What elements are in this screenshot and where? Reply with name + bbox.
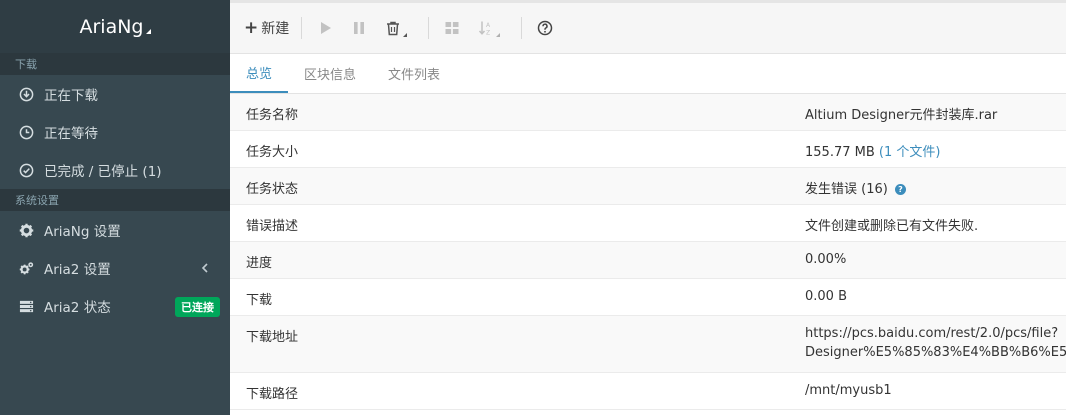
sidebar-item-label: 正在等待 <box>44 126 98 142</box>
sidebar-item-label: 正在下载 <box>44 88 98 104</box>
section-header-settings: 系统设置 <box>0 189 230 211</box>
brand[interactable]: AriaNg <box>0 0 230 53</box>
row-label: 任务状态 <box>246 182 299 197</box>
table-row: 任务名称 Altium Designer元件封装库.rar <box>230 94 1066 131</box>
pause-icon <box>354 22 365 34</box>
row-value: 0.00% <box>805 252 847 267</box>
task-status-value: 发生错误 (16) <box>805 182 888 197</box>
gears-icon <box>18 260 34 276</box>
row-label: 任务名称 <box>246 108 299 123</box>
table-row: 任务大小 155.77 MB (1 个文件) <box>230 131 1066 168</box>
brand-caret-icon <box>145 29 151 34</box>
resume-button[interactable] <box>314 17 336 39</box>
toolbar: + 新建 AZ <box>230 3 1066 54</box>
sort-dropdown-caret-icon <box>496 33 501 37</box>
row-value: 155.77 MB (1 个文件) <box>805 131 1066 167</box>
row-value: 0.00 B <box>805 289 847 304</box>
sidebar-item-aria2-settings[interactable]: Aria2 设置 <box>0 249 230 287</box>
sidebar-item-downloading[interactable]: 正在下载 <box>0 75 230 113</box>
row-label: 下载路径 <box>246 387 299 402</box>
table-row: 下载地址 https://pcs.baidu.com/rest/2.0/pcs/… <box>230 316 1066 373</box>
table-row: 下载 0.00 B <box>230 279 1066 316</box>
gear-icon <box>18 222 34 238</box>
row-value: https://pcs.baidu.com/rest/2.0/pcs/file?… <box>805 316 1066 372</box>
file-count-link[interactable]: (1 个文件) <box>879 145 941 160</box>
help-button[interactable] <box>534 17 556 39</box>
svg-text:A: A <box>486 22 491 29</box>
svg-text:Z: Z <box>486 30 490 37</box>
table-row: 任务状态 发生错误 (16) ? <box>230 168 1066 205</box>
row-value: 文件创建或删除已有文件失败. <box>805 219 979 234</box>
plus-icon: + <box>244 17 259 38</box>
sort-button[interactable]: AZ <box>475 17 501 39</box>
row-label: 下载 <box>246 293 273 308</box>
download-url-line: Designer%E5%85%83%E4%BB%B6%E5 <box>805 345 1066 360</box>
question-circle-icon <box>538 20 553 36</box>
sidebar-item-label: Aria2 状态 <box>44 300 111 316</box>
new-task-button[interactable]: + 新建 <box>244 18 289 38</box>
tab-overview[interactable]: 总览 <box>230 53 289 93</box>
table-row: 进度 0.00% <box>230 242 1066 279</box>
row-label: 下载地址 <box>246 330 299 345</box>
delete-button[interactable] <box>382 17 408 39</box>
select-all-button[interactable] <box>441 17 463 39</box>
sidebar-item-stopped[interactable]: 已完成 / 已停止 (1) <box>0 151 230 189</box>
brand-title: AriaNg <box>79 15 144 38</box>
row-value: Altium Designer元件封装库.rar <box>805 108 998 123</box>
tab-files[interactable]: 文件列表 <box>372 53 456 93</box>
section-header-download: 下载 <box>0 53 230 75</box>
pause-button[interactable] <box>348 17 370 39</box>
help-icon[interactable]: ? <box>894 184 906 195</box>
main-content: + 新建 AZ 总览 区块信息 文件列表 任务名称 Altium Designe… <box>230 0 1066 415</box>
download-url-line: https://pcs.baidu.com/rest/2.0/pcs/file? <box>805 326 1059 341</box>
toolbar-divider <box>521 17 523 39</box>
sidebar: AriaNg 下载 正在下载 正在等待 已完成 / 已停止 (1) 系统设置 A… <box>0 0 230 415</box>
table-row: 下载路径 /mnt/myusb1 <box>230 373 1066 410</box>
clock-icon <box>18 124 34 140</box>
detail-tabs: 总览 区块信息 文件列表 <box>230 54 1066 94</box>
sidebar-item-label: AriaNg 设置 <box>44 224 121 240</box>
sort-alpha-icon: AZ <box>479 21 491 37</box>
table-row: 错误描述 文件创建或删除已有文件失败. <box>230 205 1066 242</box>
row-label: 进度 <box>246 256 273 271</box>
toolbar-divider <box>301 17 303 39</box>
delete-dropdown-caret-icon <box>403 33 408 37</box>
sidebar-item-label: 已完成 / 已停止 (1) <box>44 164 162 180</box>
trash-icon <box>387 21 400 36</box>
tab-blocks[interactable]: 区块信息 <box>288 53 372 93</box>
server-icon <box>18 298 34 314</box>
status-badge: 已连接 <box>175 297 220 317</box>
download-circle-icon <box>18 86 34 102</box>
details-table: 任务名称 Altium Designer元件封装库.rar 任务大小 155.7… <box>230 94 1066 410</box>
row-label: 错误描述 <box>246 219 299 234</box>
play-icon <box>321 22 332 34</box>
sidebar-item-waiting[interactable]: 正在等待 <box>0 113 230 151</box>
task-size-value: 155.77 MB <box>805 145 875 160</box>
row-label: 任务大小 <box>246 145 299 160</box>
check-circle-icon <box>18 162 34 178</box>
new-task-label: 新建 <box>261 21 290 37</box>
sidebar-item-label: Aria2 设置 <box>44 262 111 278</box>
sidebar-item-aria2-status[interactable]: Aria2 状态 已连接 <box>0 287 230 325</box>
sidebar-item-ariang-settings[interactable]: AriaNg 设置 <box>0 211 230 249</box>
toolbar-divider <box>428 17 430 39</box>
grid-icon <box>445 22 459 34</box>
chevron-left-icon <box>201 263 208 273</box>
row-value: /mnt/myusb1 <box>805 383 892 398</box>
row-value: 发生错误 (16) ? <box>805 168 1066 204</box>
